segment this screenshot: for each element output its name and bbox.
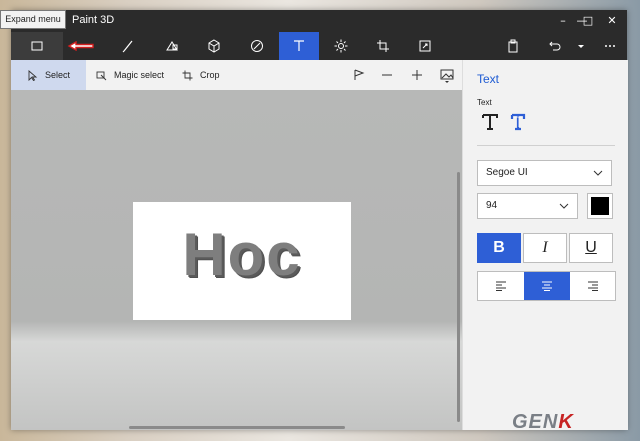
horizontal-scrollbar[interactable] [129, 426, 345, 429]
italic-button[interactable]: I [523, 233, 567, 263]
text-section-label: Text [477, 98, 492, 107]
title-bar: Paint 3D — [11, 10, 627, 32]
cube-icon [208, 39, 220, 53]
more-icon [605, 45, 615, 47]
font-family-dropdown[interactable]: Segoe UI [477, 160, 612, 186]
crop-grid-icon [377, 40, 389, 52]
align-left-icon [496, 281, 506, 291]
align-left-button[interactable] [478, 272, 524, 300]
brushes-tool[interactable] [108, 32, 148, 60]
2d-shapes-tool[interactable] [152, 32, 192, 60]
sticker-icon [251, 40, 263, 52]
panel-divider [477, 145, 615, 146]
watermark-logo: GENK [512, 411, 574, 434]
canvas-tool[interactable] [363, 32, 403, 60]
zoom-out-icon[interactable] [379, 67, 395, 83]
align-right-button[interactable] [570, 272, 615, 300]
canvas-text[interactable]: Hoc [133, 220, 351, 289]
more-button[interactable] [595, 32, 625, 60]
image-view-icon[interactable] [439, 67, 455, 83]
canvas-area[interactable]: Hoc [11, 90, 462, 430]
font-size-dropdown[interactable]: 94 [477, 193, 578, 219]
brush-icon [122, 40, 133, 53]
font-family-value: Segoe UI [486, 167, 528, 178]
effects-tool[interactable] [321, 32, 361, 60]
window-title: Paint 3D [72, 14, 115, 26]
chevron-down-icon [559, 203, 569, 209]
panel-title: Text [477, 72, 500, 86]
crop-button[interactable]: Crop [182, 60, 220, 90]
2d-text-icon[interactable] [480, 112, 500, 132]
text-icon [294, 40, 304, 51]
paste-icon [508, 39, 518, 53]
expand-menu-button[interactable] [11, 32, 63, 60]
remix-icon [419, 40, 431, 52]
select-label: Select [44, 70, 70, 80]
select-button[interactable]: Select [11, 60, 86, 90]
text-tool[interactable] [279, 32, 319, 60]
text-color-swatch[interactable] [587, 193, 613, 219]
magic-select-label: Magic select [114, 70, 165, 80]
undo-icon [549, 41, 561, 51]
text-color-fill [591, 197, 609, 215]
minimize-glyph [568, 10, 598, 32]
shapes-icon [166, 41, 178, 51]
watermark-text-2: K [558, 411, 574, 433]
remix-tool[interactable] [405, 32, 445, 60]
underline-button[interactable]: U [569, 233, 613, 263]
cursor-icon [28, 69, 38, 81]
chevron-down-icon [593, 170, 603, 176]
selection-toolbar: Select Magic select Crop [11, 60, 462, 91]
artboard[interactable]: Hoc [133, 202, 351, 320]
main-toolbar [11, 32, 627, 60]
vertical-scrollbar[interactable] [457, 172, 460, 422]
text-panel: Text Text Segoe UI 94 B I U [462, 60, 628, 430]
crop-label: Crop [200, 70, 220, 80]
3d-shapes-tool[interactable] [194, 32, 234, 60]
view-3d-icon[interactable] [351, 67, 367, 83]
magic-select-button[interactable]: Magic select [96, 60, 164, 90]
history-dropdown[interactable] [567, 32, 595, 60]
watermark-text-1: GEN [512, 411, 559, 433]
red-arrow-annotation [67, 41, 94, 51]
menu-icon [31, 41, 43, 51]
align-center-button[interactable] [524, 272, 570, 300]
align-right-icon [587, 281, 598, 291]
font-size-value: 94 [486, 200, 498, 211]
paste-button[interactable] [493, 32, 533, 60]
zoom-in-icon[interactable] [409, 67, 425, 83]
3d-text-icon[interactable] [508, 112, 528, 132]
crop-icon [182, 70, 193, 80]
alignment-group [477, 271, 616, 301]
magic-select-icon [96, 71, 107, 80]
sun-icon [334, 39, 348, 53]
chevron-down-icon [578, 45, 584, 48]
stickers-tool[interactable] [237, 32, 277, 60]
bold-button[interactable]: B [477, 233, 521, 263]
expand-menu-tooltip: Expand menu [0, 10, 66, 29]
align-center-icon [542, 281, 552, 291]
